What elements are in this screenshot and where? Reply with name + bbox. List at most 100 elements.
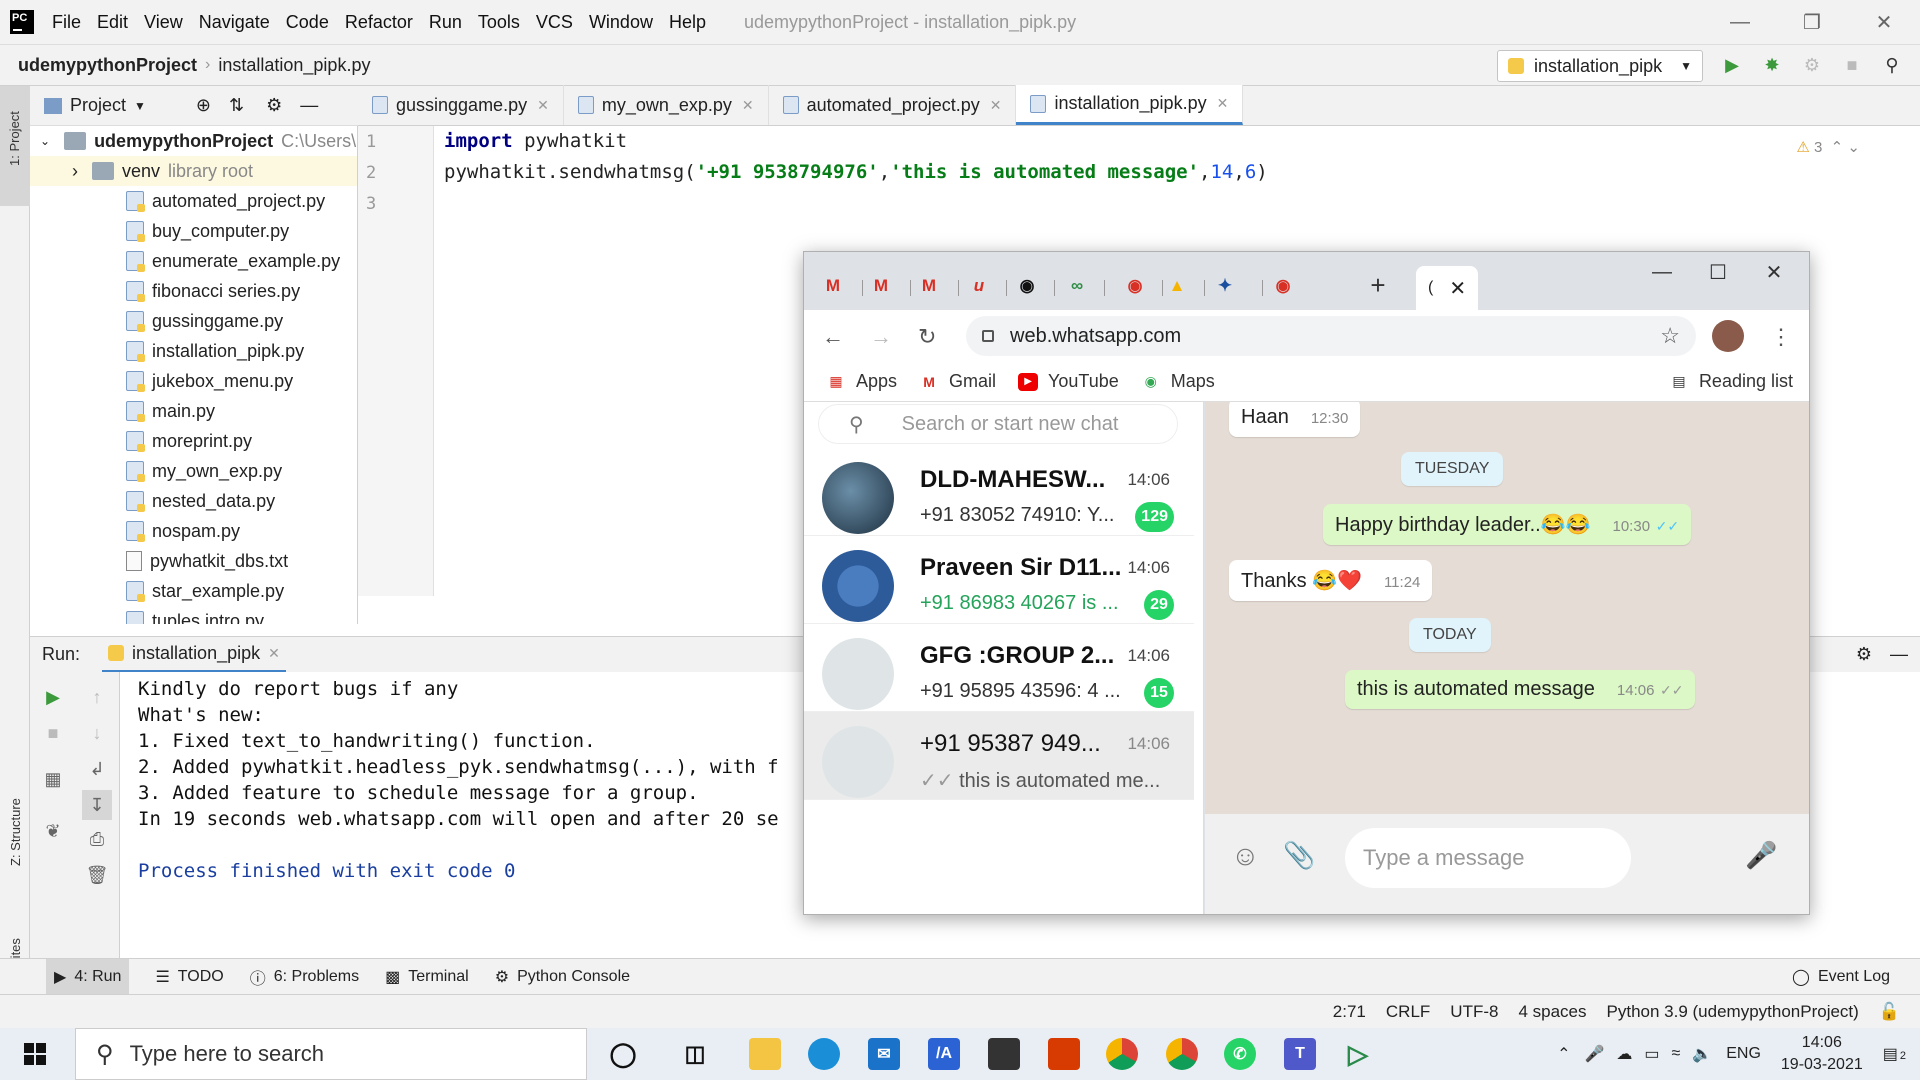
chevron-down-icon[interactable]: ▼ (134, 99, 146, 113)
edge-icon[interactable] (808, 1038, 840, 1070)
wifi-icon[interactable]: ≈ (1672, 1045, 1681, 1063)
udemy-icon[interactable]: u (968, 275, 990, 297)
bookmark-app-icon[interactable]: ✦ (1214, 275, 1236, 297)
tree-file-item[interactable]: pywhatkit_dbs.txt (30, 546, 357, 576)
tree-file-item[interactable]: moreprint.py (30, 426, 357, 456)
tree-file-item[interactable]: star_example.py (30, 576, 357, 606)
menu-file[interactable]: File (52, 12, 81, 33)
gfg-icon[interactable]: ∞ (1066, 275, 1088, 297)
soft-wrap-icon[interactable]: ↲ (86, 758, 108, 780)
tab-installation-pipk[interactable]: installation_pipk.py ✕ (1016, 85, 1244, 125)
message-outgoing[interactable]: this is automated message 14:06 ✓✓ (1345, 670, 1696, 709)
event-log-button[interactable]: ◯ Event Log (1792, 967, 1890, 987)
locate-icon[interactable]: ⊕ (196, 95, 211, 116)
tab-my-own-exp[interactable]: my_own_exp.py ✕ (564, 85, 769, 125)
status-indent[interactable]: 4 spaces (1518, 1002, 1586, 1022)
tree-file-item[interactable]: tuples intro.py (30, 606, 357, 624)
language-indicator[interactable]: ENG (1726, 1045, 1761, 1063)
gmail-icon[interactable]: M (870, 275, 892, 297)
chat-item[interactable]: DLD-MAHESW... 14:06 +91 83052 74910: Y..… (804, 448, 1194, 536)
coverage-icon[interactable]: ⚙ (1800, 53, 1824, 77)
github-icon[interactable]: ◉ (1016, 275, 1038, 297)
menu-navigate[interactable]: Navigate (199, 12, 270, 33)
close-icon[interactable]: ✕ (742, 97, 754, 114)
message-outgoing[interactable]: Happy birthday leader..😂😂 10:30 ✓✓ (1323, 504, 1692, 545)
star-icon[interactable]: ☆ (1660, 323, 1680, 349)
breadcrumb-file[interactable]: installation_pipk.py (218, 55, 370, 76)
microphone-icon[interactable]: 🎤 (1745, 840, 1777, 871)
notification-icon[interactable]: ▤ 2 (1883, 1044, 1906, 1064)
tree-file-item[interactable]: installation_pipk.py (30, 336, 357, 366)
avatar[interactable] (1712, 320, 1744, 352)
menu-window[interactable]: Window (589, 12, 653, 33)
tree-file-item[interactable]: nospam.py (30, 516, 357, 546)
cortana-icon[interactable]: ◯ (607, 1038, 639, 1070)
bookmark-youtube[interactable]: ▶ YouTube (1018, 371, 1119, 392)
minimize-icon[interactable]: — (1634, 252, 1690, 292)
chrome-profile-icon[interactable] (1166, 1038, 1198, 1070)
tool-tab-run[interactable]: ▶ 4: Run (46, 958, 130, 995)
file-explorer-icon[interactable] (749, 1038, 781, 1070)
scroll-end-icon[interactable]: ↧ (82, 790, 112, 820)
hide-icon[interactable]: — (1890, 644, 1908, 665)
debug-icon[interactable]: ✸ (1760, 53, 1784, 77)
chrome-icon[interactable] (1106, 1038, 1138, 1070)
whatsapp-icon[interactable]: ✆ (1224, 1038, 1256, 1070)
menu-tools[interactable]: Tools (478, 12, 520, 33)
gear-icon[interactable]: ⚙ (1856, 644, 1872, 665)
maximize-icon[interactable]: ☐ (1690, 252, 1746, 292)
lock-icon[interactable]: 🔓 (1879, 1002, 1900, 1022)
start-button[interactable] (0, 1028, 70, 1080)
store-icon[interactable] (988, 1038, 1020, 1070)
message-incoming[interactable]: Thanks 😂❤️ 11:24 (1229, 560, 1433, 601)
close-icon[interactable]: ✕ (268, 645, 280, 662)
chevron-up-icon[interactable]: ⌃ (1557, 1044, 1570, 1064)
cloud-icon[interactable]: ☁ (1616, 1044, 1632, 1064)
menu-view[interactable]: View (144, 12, 183, 33)
mail-icon[interactable]: ✉ (868, 1038, 900, 1070)
media-player-icon[interactable]: ▷ (1342, 1038, 1374, 1070)
status-encoding[interactable]: UTF-8 (1450, 1002, 1498, 1022)
menu-code[interactable]: Code (286, 12, 329, 33)
close-icon[interactable]: ✕ (1746, 252, 1802, 292)
tree-file-item[interactable]: gussinggame.py (30, 306, 357, 336)
back-icon[interactable]: ← (822, 324, 844, 350)
minimize-icon[interactable]: — (1704, 0, 1776, 44)
print-icon[interactable]: ⎙ (86, 828, 108, 850)
breadcrumb-project[interactable]: udemypythonProject (18, 55, 197, 76)
reading-list-button[interactable]: ▤ Reading list (1669, 371, 1793, 392)
tree-file-item[interactable]: jukebox_menu.py (30, 366, 357, 396)
record-icon[interactable]: ◉ (1272, 275, 1294, 297)
gear-icon[interactable]: ⚙ (266, 95, 282, 116)
menu-refactor[interactable]: Refactor (345, 12, 413, 33)
message-input[interactable]: Type a message (1345, 828, 1631, 888)
address-bar[interactable]: web.whatsapp.com ☆ (966, 316, 1696, 356)
tool-tab-terminal[interactable]: ▩ Terminal (385, 967, 469, 987)
menu-run[interactable]: Run (429, 12, 462, 33)
inspection-widget[interactable]: ⚠ 3 ⌃ ⌄ (1796, 138, 1860, 156)
tool-tab-problems[interactable]: ⓘ 6: Problems (250, 965, 359, 989)
tree-folder-venv[interactable]: › venv library root (30, 156, 357, 186)
close-icon[interactable]: ✕ (1449, 276, 1466, 301)
run-config-select[interactable]: installation_pipk ▼ (1497, 50, 1703, 82)
pin-icon[interactable]: ❦ (42, 820, 64, 842)
close-icon[interactable]: ✕ (537, 97, 549, 114)
menu-help[interactable]: Help (669, 12, 706, 33)
emoji-icon[interactable]: ☺ (1231, 840, 1260, 872)
bookmark-apps[interactable]: ▦ Apps (826, 371, 897, 392)
restore-icon[interactable]: ❐ (1776, 0, 1848, 44)
tree-file-item[interactable]: nested_data.py (30, 486, 357, 516)
tree-file-item[interactable]: my_own_exp.py (30, 456, 357, 486)
rerun-icon[interactable]: ▶ (42, 686, 64, 708)
volume-icon[interactable]: 🔈 (1692, 1044, 1712, 1064)
structure-tool-label[interactable]: Z: Structure (8, 798, 23, 866)
battery-icon[interactable]: ▭ (1644, 1044, 1659, 1064)
chevron-up-icon[interactable]: ⌃ (1831, 139, 1844, 156)
gmail-icon[interactable]: M (918, 275, 940, 297)
tab-gussinggame[interactable]: gussinggame.py ✕ (358, 85, 564, 125)
message-incoming[interactable]: Haan 12:30 (1229, 402, 1361, 437)
chrome-tab-active[interactable]: (✕ (1416, 266, 1478, 310)
status-line-separator[interactable]: CRLF (1386, 1002, 1430, 1022)
status-interpreter[interactable]: Python 3.9 (udemypythonProject) (1607, 1002, 1859, 1022)
arrow-up-icon[interactable]: ↑ (86, 686, 108, 708)
